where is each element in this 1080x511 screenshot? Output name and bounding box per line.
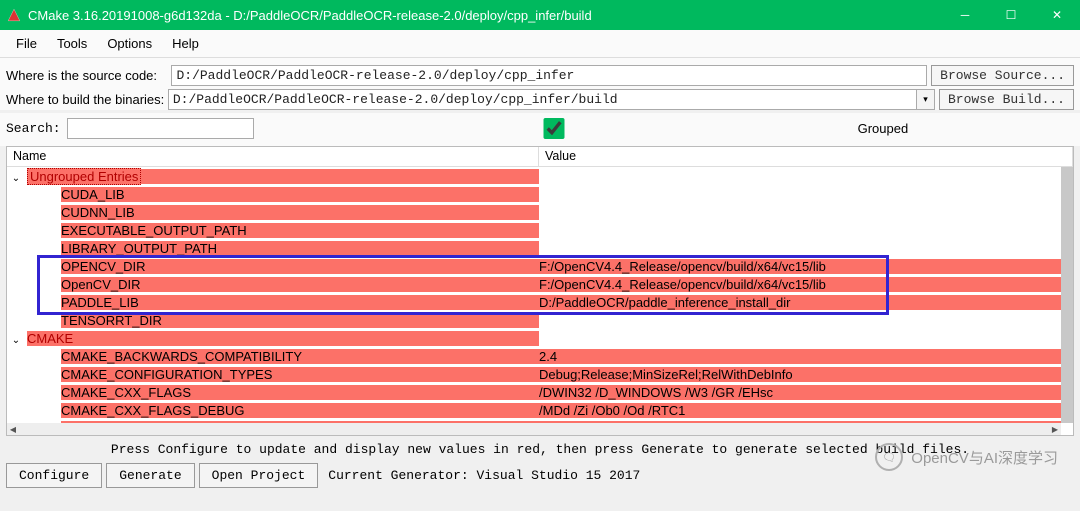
entry-name: CMAKE_CXX_FLAGS [61, 385, 539, 400]
entry-value[interactable]: F:/OpenCV4.4_Release/opencv/build/x64/vc… [539, 259, 1061, 274]
source-input[interactable] [171, 65, 927, 86]
expander-icon[interactable]: ⌄ [7, 335, 25, 346]
table-row[interactable]: CMAKE_CXX_FLAGS_DEBUG/MDd /Zi /Ob0 /Od /… [7, 401, 1061, 419]
browse-source-button[interactable]: Browse Source... [931, 65, 1074, 86]
horizontal-scrollbar[interactable]: ◀ ▶ [7, 423, 1061, 435]
entry-name: LIBRARY_OUTPUT_PATH [61, 241, 539, 256]
table-row[interactable]: PADDLE_LIBD:/PaddleOCR/paddle_inference_… [7, 293, 1061, 311]
maximize-button[interactable]: ☐ [988, 0, 1034, 30]
menu-options[interactable]: Options [97, 32, 162, 55]
table-row[interactable]: CMAKE_CXX_FLAGS/DWIN32 /D_WINDOWS /W3 /G… [7, 383, 1061, 401]
vertical-scrollbar[interactable] [1061, 167, 1073, 423]
entry-value[interactable]: 2.4 [539, 349, 1061, 364]
entry-name: PADDLE_LIB [61, 295, 539, 310]
menu-help[interactable]: Help [162, 32, 209, 55]
table-row[interactable]: CUDNN_LIB [7, 203, 1061, 221]
build-label: Where to build the binaries: [6, 92, 168, 107]
table-row[interactable]: OpenCV_DIRF:/OpenCV4.4_Release/opencv/bu… [7, 275, 1061, 293]
build-input[interactable] [168, 89, 917, 110]
entry-name: CUDNN_LIB [61, 205, 539, 220]
table-row[interactable]: CMAKE_CONFIGURATION_TYPESDebug;Release;M… [7, 365, 1061, 383]
table-row[interactable]: ⌄CMAKE [7, 329, 1061, 347]
entry-name: TENSORRT_DIR [61, 313, 539, 328]
menu-file[interactable]: File [6, 32, 47, 55]
entry-name: CMAKE_CXX_FLAGS_DEBUG [61, 403, 539, 418]
scroll-left-icon[interactable]: ◀ [7, 423, 19, 435]
entry-name: CUDA_LIB [61, 187, 539, 202]
expander-icon[interactable]: ⌄ [7, 173, 25, 184]
table-row[interactable]: TENSORRT_DIR [7, 311, 1061, 329]
build-dropdown-icon[interactable]: ▾ [917, 89, 935, 110]
status-text: Press Configure to update and display ne… [0, 436, 1080, 459]
table-row[interactable]: ⌄Ungrouped Entries [7, 167, 1061, 185]
browse-build-button[interactable]: Browse Build... [939, 89, 1074, 110]
cache-table[interactable]: Name Value ⌄Ungrouped Entries CUDA_LIBCU… [6, 146, 1074, 436]
entry-value[interactable]: /DWIN32 /D_WINDOWS /W3 /GR /EHsc [539, 385, 1061, 400]
entry-value[interactable]: Debug;Release;MinSizeRel;RelWithDebInfo [539, 367, 1061, 382]
group-label: CMAKE [27, 331, 73, 346]
grouped-checkbox[interactable]: Grouped [254, 118, 909, 139]
entry-value[interactable]: /MDd /Zi /Ob0 /Od /RTC1 [539, 403, 1061, 418]
window-title: CMake 3.16.20191008-g6d132da - D:/Paddle… [28, 8, 592, 23]
menu-tools[interactable]: Tools [47, 32, 97, 55]
col-value-header[interactable]: Value [539, 147, 1073, 166]
search-label: Search: [6, 121, 61, 136]
search-input[interactable] [67, 118, 254, 139]
table-header: Name Value [7, 147, 1073, 167]
entry-name: CMAKE_BACKWARDS_COMPATIBILITY [61, 349, 539, 364]
cmake-logo-icon [6, 7, 22, 23]
entry-name: OPENCV_DIR [61, 259, 539, 274]
table-row[interactable]: EXECUTABLE_OUTPUT_PATH [7, 221, 1061, 239]
group-label: Ungrouped Entries [27, 168, 141, 185]
entry-name: OpenCV_DIR [61, 277, 539, 292]
entry-value[interactable]: F:/OpenCV4.4_Release/opencv/build/x64/vc… [539, 277, 1061, 292]
table-row[interactable]: OPENCV_DIRF:/OpenCV4.4_Release/opencv/bu… [7, 257, 1061, 275]
col-name-header[interactable]: Name [7, 147, 539, 166]
minimize-button[interactable]: ─ [942, 0, 988, 30]
open-project-button[interactable]: Open Project [199, 463, 319, 488]
table-row[interactable]: CMAKE_BACKWARDS_COMPATIBILITY2.4 [7, 347, 1061, 365]
menubar: File Tools Options Help [0, 30, 1080, 58]
entry-value[interactable]: D:/PaddleOCR/paddle_inference_install_di… [539, 295, 1061, 310]
table-row[interactable]: CUDA_LIB [7, 185, 1061, 203]
entry-name: EXECUTABLE_OUTPUT_PATH [61, 223, 539, 238]
configure-button[interactable]: Configure [6, 463, 102, 488]
entry-name: CMAKE_CONFIGURATION_TYPES [61, 367, 539, 382]
titlebar: CMake 3.16.20191008-g6d132da - D:/Paddle… [0, 0, 1080, 30]
advanced-checkbox[interactable]: Advanced [914, 118, 1080, 139]
table-row[interactable]: LIBRARY_OUTPUT_PATH [7, 239, 1061, 257]
close-button[interactable]: ✕ [1034, 0, 1080, 30]
generate-button[interactable]: Generate [106, 463, 194, 488]
source-label: Where is the source code: [6, 68, 171, 83]
current-generator-label: Current Generator: Visual Studio 15 2017 [328, 468, 640, 483]
scroll-right-icon[interactable]: ▶ [1049, 423, 1061, 435]
